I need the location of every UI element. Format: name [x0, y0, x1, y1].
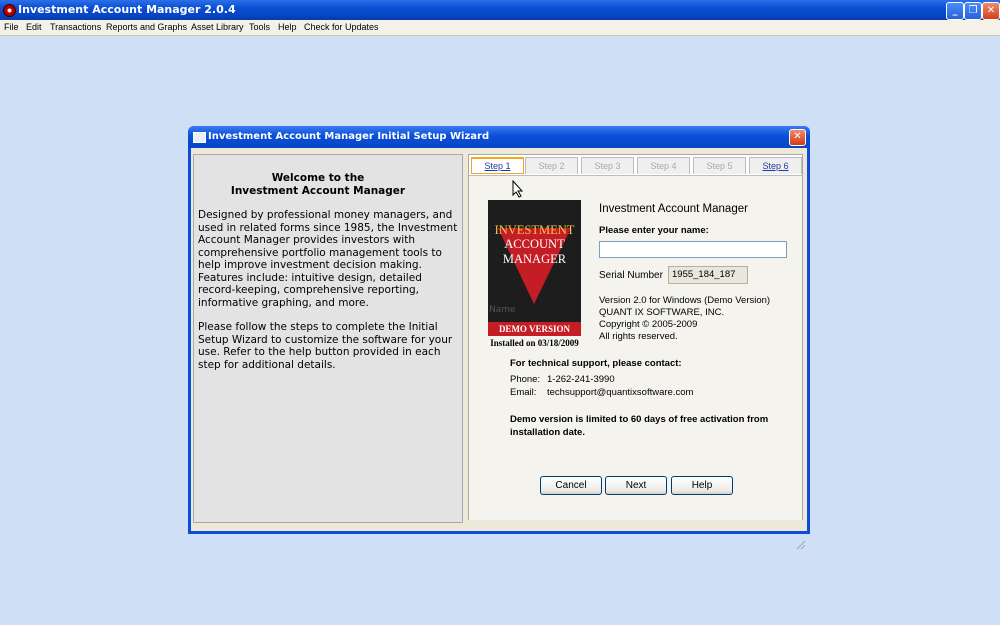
logo-line-1: INVESTMENT — [494, 223, 575, 237]
rights-text: All rights reserved. — [599, 331, 678, 342]
welcome-heading-line2: Investment Account Manager — [230, 185, 406, 197]
welcome-panel: Welcome to the Investment Account Manage… — [193, 154, 463, 523]
restore-icon: ❐ — [968, 5, 978, 16]
close-button[interactable]: ✕ — [982, 2, 1000, 20]
tab-step-1-label: Step 1 — [484, 161, 511, 171]
tab-step-2-label: Step 2 — [538, 161, 565, 171]
resize-grip-icon[interactable] — [796, 540, 806, 550]
menu-transactions[interactable]: Transactions — [50, 22, 101, 32]
help-button[interactable]: Help — [671, 476, 733, 495]
tab-step-6-label: Step 6 — [762, 161, 789, 171]
support-email-row: Email: techsupport@quantixsoftware.com — [510, 387, 693, 398]
support-phone-row: Phone: 1-262-241-3990 — [510, 374, 615, 385]
tab-step-6[interactable]: Step 6 — [749, 157, 802, 174]
minimize-button[interactable]: _ — [946, 2, 964, 20]
tab-step-1[interactable]: Step 1 — [471, 157, 524, 174]
tab-step-5[interactable]: Step 5 — [693, 157, 746, 174]
restore-button[interactable]: ❐ — [964, 2, 982, 20]
dialog-title: Investment Account Manager Initial Setup… — [208, 131, 490, 142]
company-name: QUANT IX SOFTWARE, INC. — [599, 307, 725, 318]
welcome-heading-line1: Welcome to the — [271, 172, 365, 184]
menu-reports-and-graphs[interactable]: Reports and Graphs — [106, 22, 187, 32]
dialog-close-button[interactable]: ✕ — [789, 129, 806, 146]
window-icon — [193, 132, 206, 143]
name-label: Please enter your name: — [599, 225, 709, 236]
logo-name-ghost: Name — [489, 305, 516, 315]
tab-step-3-label: Step 3 — [594, 161, 621, 171]
serial-number-label: Serial Number — [599, 270, 663, 281]
serial-number-field: 1955_184_187 — [668, 266, 748, 284]
logo-line-3: MANAGER — [502, 252, 567, 266]
demo-version-band: DEMO VERSION — [488, 322, 581, 336]
dialog-titlebar[interactable]: Investment Account Manager Initial Setup… — [188, 126, 810, 148]
support-heading: For technical support, please contact: — [510, 358, 682, 369]
menu-asset-library[interactable]: Asset Library — [191, 22, 244, 32]
minimize-icon: _ — [952, 5, 958, 16]
tab-step-2[interactable]: Step 2 — [525, 157, 578, 174]
close-icon: ✕ — [986, 5, 996, 16]
product-logo: INVESTMENT ACCOUNT MANAGER Name DEMO VER… — [488, 200, 581, 336]
menu-check-for-updates[interactable]: Check for Updates — [304, 22, 379, 32]
product-name: Investment Account Manager — [599, 203, 748, 215]
next-button[interactable]: Next — [605, 476, 667, 495]
email-label: Email: — [510, 387, 537, 398]
cancel-button[interactable]: Cancel — [540, 476, 602, 495]
welcome-heading: Welcome to the Investment Account Manage… — [194, 172, 432, 198]
menu-bar: File Edit Transactions Reports and Graph… — [0, 20, 1000, 36]
demo-limit-note: Demo version is limited to 60 days of fr… — [510, 414, 769, 438]
version-text: Version 2.0 for Windows (Demo Version) — [599, 295, 771, 306]
instructions-paragraph: Please follow the steps to complete the … — [198, 321, 453, 371]
email-value: techsupport@quantixsoftware.com — [547, 387, 694, 398]
tab-step-4-label: Step 4 — [650, 161, 677, 171]
menu-file[interactable]: File — [4, 22, 19, 32]
dialog-body: Welcome to the Investment Account Manage… — [191, 148, 807, 550]
menu-tools[interactable]: Tools — [249, 22, 270, 32]
app-title: Investment Account Manager 2.0.4 — [18, 3, 236, 16]
tab-step-3[interactable]: Step 3 — [581, 157, 634, 174]
phone-label: Phone: — [510, 374, 541, 385]
logo-triangle — [498, 228, 571, 304]
menu-help[interactable]: Help — [278, 22, 297, 32]
step-1-page: INVESTMENT ACCOUNT MANAGER Name DEMO VER… — [469, 175, 802, 520]
installed-date: Installed on 03/18/2009 — [490, 338, 579, 348]
setup-wizard-dialog: Investment Account Manager Initial Setup… — [188, 126, 810, 550]
name-input[interactable] — [599, 241, 787, 258]
mouse-pointer-icon — [512, 180, 524, 198]
menu-edit[interactable]: Edit — [26, 22, 42, 32]
close-icon: ✕ — [793, 131, 802, 142]
welcome-paragraph: Designed by professional money managers,… — [198, 209, 458, 309]
copyright-text: Copyright © 2005-2009 — [599, 319, 698, 330]
app-titlebar: Investment Account Manager 2.0.4 _ ❐ ✕ — [0, 0, 1000, 20]
logo-line-2: ACCOUNT — [504, 237, 565, 251]
app-icon[interactable] — [3, 4, 16, 17]
phone-value: 1-262-241-3990 — [547, 374, 615, 385]
steps-panel: Step 1 Step 2 Step 3 Step 4 Step 5 Step … — [468, 154, 803, 520]
tab-step-5-label: Step 5 — [706, 161, 733, 171]
tab-step-4[interactable]: Step 4 — [637, 157, 690, 174]
